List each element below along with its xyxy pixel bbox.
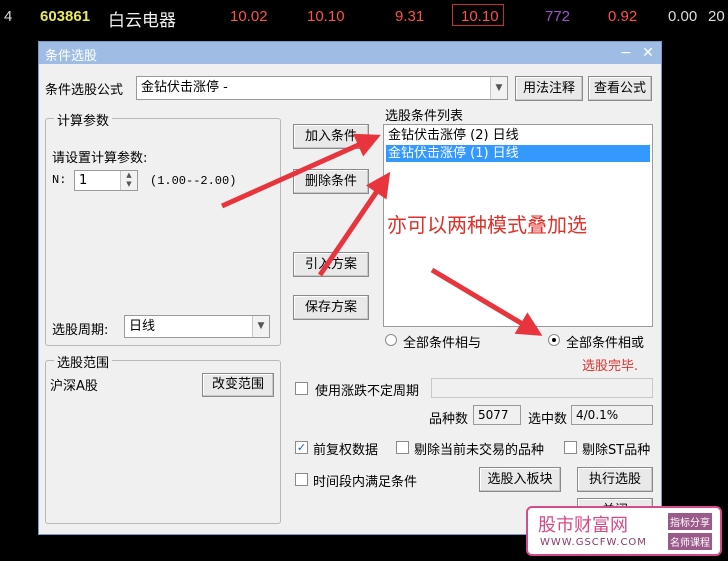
watermark-tag-2: 名师课程 — [668, 533, 712, 550]
watermark-badge: 股市财富网 WWW.GSCFW.COM 指标分享 名师课程 — [526, 506, 722, 556]
watermark-brand: 股市财富网 — [538, 515, 628, 536]
watermark-url: WWW.GSCFW.COM — [540, 537, 647, 548]
watermark-tag-1: 指标分享 — [668, 513, 712, 530]
arrow-to-item-2 — [317, 171, 391, 277]
arrow-to-radio-or — [430, 267, 543, 336]
annotation-arrows — [220, 133, 543, 336]
arrow-to-item-1 — [220, 133, 381, 209]
